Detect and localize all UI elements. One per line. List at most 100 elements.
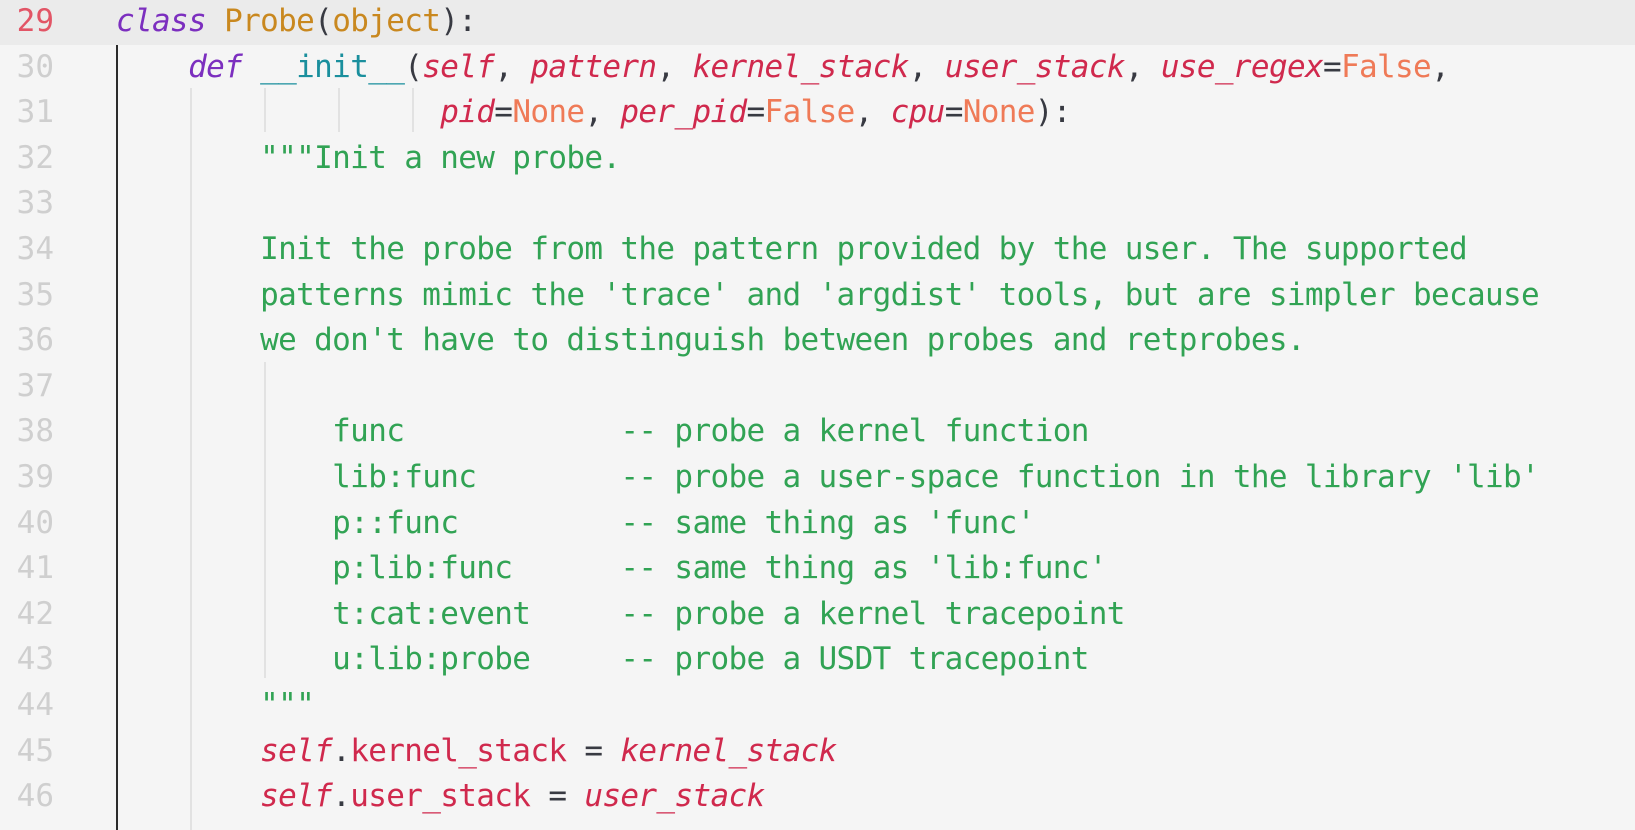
- code-line[interactable]: 40 p::func -- same thing as 'func': [0, 501, 1635, 547]
- line-number: 44: [16, 687, 54, 723]
- code-token: __init__: [260, 48, 405, 85]
- line-code: def __init__(self, pattern, kernel_stack…: [116, 45, 1450, 91]
- code-token: use_regex: [1160, 48, 1324, 85]
- code-token: (: [404, 48, 423, 85]
- code-token: def: [188, 48, 243, 85]
- code-token: =: [566, 732, 621, 769]
- code-token: =: [494, 94, 513, 131]
- code-line[interactable]: 39 lib:func -- probe a user-space functi…: [0, 455, 1635, 501]
- code-token: p:lib:func -- same thing as 'lib:func': [332, 550, 1107, 587]
- code-token: user_stack: [350, 778, 531, 815]
- code-token: p::func -- same thing as 'func': [332, 504, 1035, 541]
- code-line[interactable]: 31 pid=None, per_pid=False, cpu=None):: [0, 90, 1635, 136]
- code-token: .: [332, 778, 351, 815]
- code-token: ,: [656, 48, 693, 85]
- code-token: """Init a new probe.: [260, 139, 621, 176]
- code-token: =: [1322, 48, 1342, 85]
- line-number: 34: [16, 231, 54, 267]
- code-token: ):: [1034, 94, 1072, 131]
- line-number: 38: [16, 413, 54, 450]
- line-code: Init the probe from the pattern provided…: [116, 227, 1468, 273]
- code-line[interactable]: 46 self.user_stack = user_stack: [0, 774, 1635, 820]
- line-code: pid=None, per_pid=False, cpu=None):: [116, 90, 1071, 136]
- code-token: class: [116, 3, 207, 39]
- code-token: False: [1341, 48, 1432, 85]
- code-token: ,: [1431, 48, 1450, 85]
- line-number: 41: [16, 550, 54, 587]
- line-number: 32: [16, 139, 54, 176]
- code-line[interactable]: 37: [0, 364, 1635, 410]
- code-token: u:lib:probe -- probe a USDT tracepoint: [332, 641, 1089, 678]
- code-token: we don't have to distinguish between pro…: [260, 322, 1305, 359]
- code-editor[interactable]: 29 class Probe(object): 30 def __init__(se…: [0, 0, 1635, 830]
- code-token: ):: [440, 3, 477, 39]
- code-line[interactable]: 42 t:cat:event -- probe a kernel tracepo…: [0, 592, 1635, 638]
- code-token: per_pid: [620, 94, 747, 131]
- line-code: t:cat:event -- probe a kernel tracepoint: [116, 592, 1125, 638]
- code-token: ,: [494, 48, 531, 85]
- code-token: object: [332, 3, 441, 39]
- line-number: 39: [16, 459, 54, 495]
- line-code: class Probe(object):: [116, 0, 477, 45]
- code-token: self: [260, 732, 333, 769]
- code-token: =: [746, 94, 766, 131]
- code-line[interactable]: 34 Init the probe from the pattern provi…: [0, 227, 1635, 273]
- line-code: self.user_stack = user_stack: [116, 774, 765, 820]
- line-number: 35: [16, 276, 54, 313]
- line-code: lib:func -- probe a user-space function …: [116, 455, 1540, 501]
- code-token: ,: [854, 94, 891, 131]
- line-number: 40: [16, 504, 54, 541]
- code-line[interactable]: 30 def __init__(self, pattern, kernel_st…: [0, 45, 1635, 91]
- code-token: pattern: [530, 48, 657, 85]
- line-number: 46: [16, 778, 54, 815]
- line-code: u:lib:probe -- probe a USDT tracepoint: [116, 637, 1089, 683]
- code-token: ,: [908, 48, 945, 85]
- code-token: ,: [584, 94, 621, 131]
- code-token: Init the probe from the pattern provided…: [260, 231, 1468, 267]
- code-token: """: [260, 687, 315, 723]
- line-number: 43: [16, 641, 54, 678]
- code-line[interactable]: 38 func -- probe a kernel function: [0, 409, 1635, 455]
- code-line[interactable]: 45 self.kernel_stack = kernel_stack: [0, 729, 1635, 775]
- code-line[interactable]: 36 we don't have to distinguish between …: [0, 318, 1635, 364]
- line-number: 31: [16, 94, 54, 131]
- code-token: func -- probe a kernel function: [332, 413, 1089, 450]
- code-line[interactable]: 29 class Probe(object):: [0, 0, 1635, 45]
- code-token: False: [764, 94, 856, 131]
- code-token: kernel_stack: [350, 732, 567, 769]
- code-line[interactable]: 41 p:lib:func -- same thing as 'lib:func…: [0, 546, 1635, 592]
- code-line[interactable]: 44 """: [0, 683, 1635, 729]
- line-number: 29: [16, 3, 54, 39]
- line-code: func -- probe a kernel function: [116, 409, 1089, 455]
- code-line[interactable]: 35 patterns mimic the 'trace' and 'argdi…: [0, 273, 1635, 319]
- line-code: """Init a new probe.: [116, 136, 621, 182]
- code-token: user_stack: [584, 778, 765, 815]
- line-code: p:lib:func -- same thing as 'lib:func': [116, 546, 1107, 592]
- line-code: p::func -- same thing as 'func': [116, 501, 1035, 547]
- code-token: pid: [440, 94, 495, 131]
- code-line[interactable]: 43 u:lib:probe -- probe a USDT tracepoin…: [0, 637, 1635, 683]
- code-token: None: [512, 94, 585, 131]
- code-token: kernel_stack: [692, 48, 909, 85]
- code-line[interactable]: 33: [0, 181, 1635, 227]
- code-token: self: [260, 778, 333, 815]
- line-number: 42: [16, 595, 54, 632]
- code-token: ,: [1124, 48, 1161, 85]
- code-token: patterns mimic the 'trace' and 'argdist'…: [260, 276, 1540, 313]
- line-code: we don't have to distinguish between pro…: [116, 318, 1305, 364]
- code-token: self: [422, 48, 495, 85]
- code-line[interactable]: 32 """Init a new probe.: [0, 136, 1635, 182]
